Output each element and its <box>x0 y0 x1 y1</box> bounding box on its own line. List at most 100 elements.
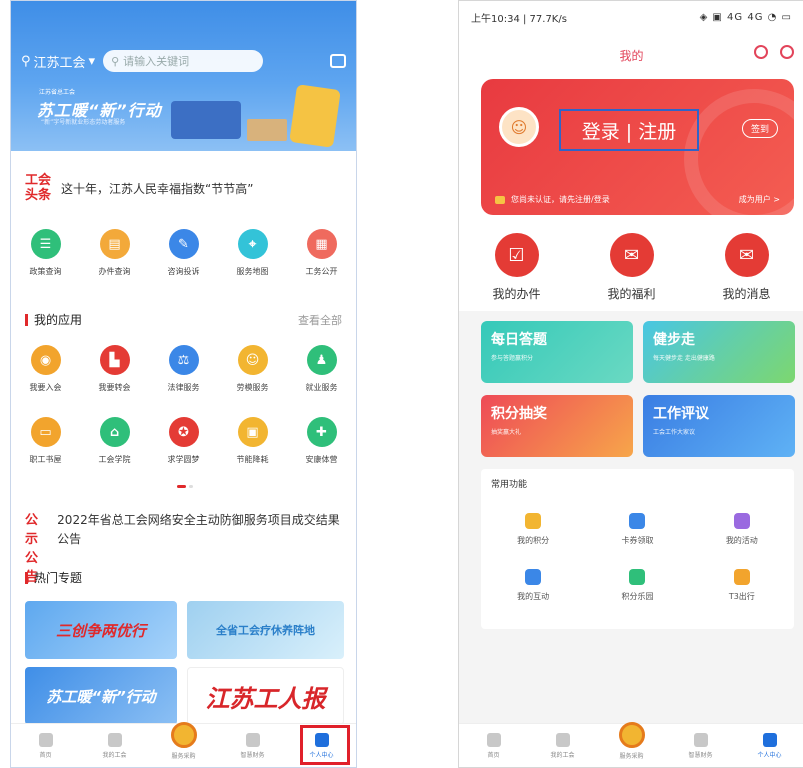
function-label: 我的互动 <box>517 592 550 601</box>
search-icon[interactable] <box>754 45 768 59</box>
chevron-down-icon: ▾ <box>88 53 96 69</box>
grid-item[interactable]: ▤ 办件查询 <box>80 229 149 277</box>
grid-item[interactable]: ♟ 就业服务 <box>287 345 356 393</box>
tab-home[interactable]: 首页 <box>11 724 80 767</box>
case-icon: ▤ <box>99 229 130 259</box>
open-icon: ▦ <box>306 229 337 259</box>
search-input[interactable]: ⚲ 请输入关键词 <box>103 50 264 72</box>
promo-subtitle: 参与答题赢积分 <box>491 355 534 362</box>
topics-title: 热门专题 <box>34 571 83 585</box>
tab-service[interactable]: 服务采购 <box>149 721 218 767</box>
grid-item[interactable]: ▣ 节能降耗 <box>218 417 287 465</box>
tab-label: 我的工会 <box>550 751 575 759</box>
promo-walk[interactable]: 健步走 每天健步走 走出健康路 <box>643 321 795 383</box>
topic-card-4[interactable]: 江苏工人报 <box>187 667 344 725</box>
grid-item[interactable]: ⌂ 工会学院 <box>80 417 149 465</box>
tab-my-union[interactable]: 我的工会 <box>528 724 597 767</box>
join-union-icon: ◉ <box>30 345 61 375</box>
grid-item-label: 劳模服务 <box>236 383 269 392</box>
headline-text[interactable]: 这十年，江苏人民幸福指数“节节高” <box>61 180 253 197</box>
function-item[interactable]: 积分乐园 <box>585 569 689 602</box>
grid-item[interactable]: ◉ 我要入会 <box>11 345 80 393</box>
tab-label: 首页 <box>487 751 500 759</box>
sign-in-button[interactable]: 签到 <box>741 119 778 138</box>
nav-actions <box>754 45 794 59</box>
tab-label: 智慧财务 <box>240 751 265 759</box>
energy-icon: ▣ <box>237 417 268 447</box>
banner-logo-text: 江苏省总工会 <box>39 89 76 96</box>
quick-action-label: 我的消息 <box>722 287 771 301</box>
topic-card-3[interactable]: 苏工暖“新”行动 <box>25 667 177 725</box>
avatar[interactable]: ☺ <box>499 107 539 147</box>
status-bar: 上午10:34 | 77.7K/s ◈ ▣ 4G 4G ◔ ▭ <box>459 1 803 33</box>
topic-card-1[interactable]: 三创争两优行 <box>25 601 177 659</box>
grid-item[interactable]: ⌖ 服务地图 <box>218 229 287 277</box>
page-dot-active <box>177 485 186 488</box>
function-item[interactable]: 我的互动 <box>481 569 585 602</box>
headline-news[interactable]: 工会头条 这十年，江苏人民幸福指数“节节高” <box>25 173 342 203</box>
quick-action[interactable]: ☑ 我的办件 <box>459 233 574 302</box>
library-icon: ▭ <box>30 417 61 447</box>
function-item[interactable]: 我的活动 <box>690 513 794 546</box>
common-row-2: 我的互动 积分乐园 T3出行 <box>481 569 794 602</box>
tab-service[interactable]: 服务采购 <box>597 721 666 767</box>
quick-action[interactable]: ✉ 我的福利 <box>574 233 689 302</box>
verify-strip[interactable]: 您尚未认证，请先注册/登录 成为用户 > <box>495 194 780 205</box>
grid-item-label: 节能降耗 <box>236 455 269 464</box>
become-user-link[interactable]: 成为用户 > <box>739 194 780 205</box>
quick-action[interactable]: ✉ 我的消息 <box>689 233 803 302</box>
page-dot <box>189 485 193 488</box>
home-screen: ⚲ 江苏工会 ▾ ⚲ 请输入关键词 江苏省总工会 苏工暖“新”行动 “新”字号新… <box>10 0 357 768</box>
promo-subtitle: 工会工作大家议 <box>653 429 696 436</box>
scan-icon[interactable] <box>330 54 346 68</box>
travel-icon <box>733 569 750 585</box>
function-item[interactable]: T3出行 <box>690 569 794 602</box>
my-apps-title: 我的应用 <box>34 313 83 327</box>
promo-daily-quiz[interactable]: 每日答题 参与答题赢积分 <box>481 321 633 383</box>
interaction-icon <box>525 569 542 585</box>
tab-finance[interactable]: 智慧财务 <box>666 724 735 767</box>
grid-item[interactable]: ▦ 工务公开 <box>287 229 356 277</box>
tab-label: 智慧财务 <box>688 751 713 759</box>
grid-item-label: 政策查询 <box>29 267 62 276</box>
finance-icon <box>693 732 708 747</box>
grid-item-label: 求学圆梦 <box>167 455 200 464</box>
function-item[interactable]: 我的积分 <box>481 513 585 546</box>
function-item[interactable]: 卡券领取 <box>585 513 689 546</box>
grid-item-label: 法律服务 <box>167 383 200 392</box>
service-icon <box>618 721 645 748</box>
promo-review[interactable]: 工作评议 工会工作大家议 <box>643 395 795 457</box>
grid-item[interactable]: ✚ 安康体营 <box>287 417 356 465</box>
promo-title: 工作评议 <box>653 406 709 422</box>
health-icon: ✚ <box>306 417 337 447</box>
tab-profile[interactable]: 个人中心 <box>735 724 803 767</box>
grid-item[interactable]: ✪ 求学圆梦 <box>149 417 218 465</box>
employment-icon: ♟ <box>306 345 337 375</box>
tab-home[interactable]: 首页 <box>459 724 528 767</box>
grid-item[interactable]: ⚖ 法律服务 <box>149 345 218 393</box>
apps-row-2: ▭ 职工书屋 ⌂ 工会学院 ✪ 求学圆梦 ▣ 节能降耗 ✚ 安康体营 <box>11 417 356 465</box>
nav-bar: 我的 <box>459 33 803 79</box>
consult-icon: ✎ <box>168 229 199 259</box>
grid-item-label: 我要入会 <box>29 383 62 392</box>
grid-item[interactable]: ☺ 劳模服务 <box>218 345 287 393</box>
promo-lottery[interactable]: 积分抽奖 抽奖赢大礼 <box>481 395 633 457</box>
promo-title: 健步走 <box>653 332 695 348</box>
model-worker-icon: ☺ <box>237 345 268 375</box>
function-label: 我的活动 <box>725 536 758 545</box>
truck-illustration <box>171 101 241 139</box>
login-register-button[interactable]: 登录 | 注册 <box>559 109 699 151</box>
grid-item[interactable]: ✎ 咨询投诉 <box>149 229 218 277</box>
topic-card-2[interactable]: 全省工会疗休养阵地 <box>187 601 344 659</box>
grid-item-label: 工务公开 <box>305 267 338 276</box>
gear-icon[interactable] <box>780 45 794 59</box>
tab-my-union[interactable]: 我的工会 <box>80 724 149 767</box>
grid-item[interactable]: ▙ 我要转会 <box>80 345 149 393</box>
location-label: 江苏工会 <box>33 55 86 71</box>
grid-item[interactable]: ☰ 政策查询 <box>11 229 80 277</box>
view-all-link[interactable]: 查看全部 <box>298 312 342 328</box>
location-selector[interactable]: ⚲ 江苏工会 ▾ <box>21 52 95 71</box>
tab-finance[interactable]: 智慧财务 <box>218 724 287 767</box>
grid-item[interactable]: ▭ 职工书屋 <box>11 417 80 465</box>
profile-screen: 上午10:34 | 77.7K/s ◈ ▣ 4G 4G ◔ ▭ 我的 ☺ 登录 … <box>458 0 803 768</box>
